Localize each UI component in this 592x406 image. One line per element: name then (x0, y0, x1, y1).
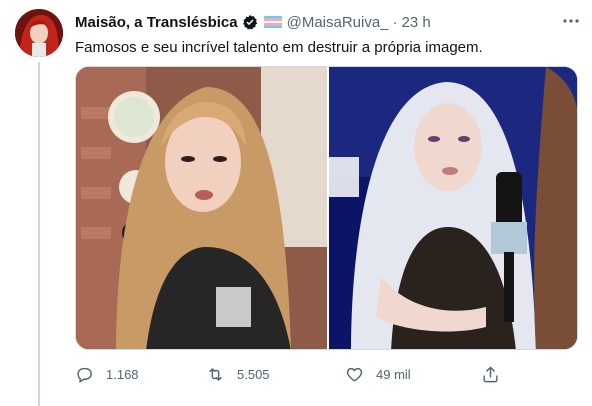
reply-button[interactable]: 1.168 (75, 362, 139, 386)
separator-dot: · (392, 13, 398, 31)
share-button[interactable] (481, 362, 500, 386)
retweet-button[interactable]: 5.505 (206, 362, 270, 386)
retweet-count: 5.505 (237, 366, 270, 382)
thread-line (38, 62, 40, 406)
share-icon (483, 366, 498, 382)
like-count: 49 mil (376, 366, 411, 382)
verified-badge-icon (242, 14, 258, 30)
action-bar: 1.168 5.505 49 mil (75, 362, 505, 386)
tweet[interactable]: Maisão, a Translésbica @MaisaRuiva_ · 23… (0, 0, 592, 406)
timestamp[interactable]: 23 h (402, 14, 431, 31)
display-name[interactable]: Maisão, a Translésbica (75, 14, 238, 31)
tweet-header: Maisão, a Translésbica @MaisaRuiva_ · 23… (75, 12, 431, 32)
tweet-text: Famosos e seu incrível talento em destru… (75, 39, 483, 56)
tweet-media[interactable] (75, 66, 578, 350)
like-button[interactable]: 49 mil (345, 362, 411, 386)
media-photo-right[interactable] (329, 67, 578, 350)
heart-icon (346, 367, 363, 382)
reply-count: 1.168 (106, 366, 139, 382)
avatar[interactable] (15, 9, 63, 57)
reply-icon (77, 367, 92, 383)
retweet-icon (209, 367, 222, 381)
more-options-icon[interactable] (561, 11, 581, 31)
transgender-flag-icon (263, 16, 282, 28)
media-photo-left[interactable] (76, 67, 327, 350)
handle[interactable]: @MaisaRuiva_ (287, 14, 389, 31)
